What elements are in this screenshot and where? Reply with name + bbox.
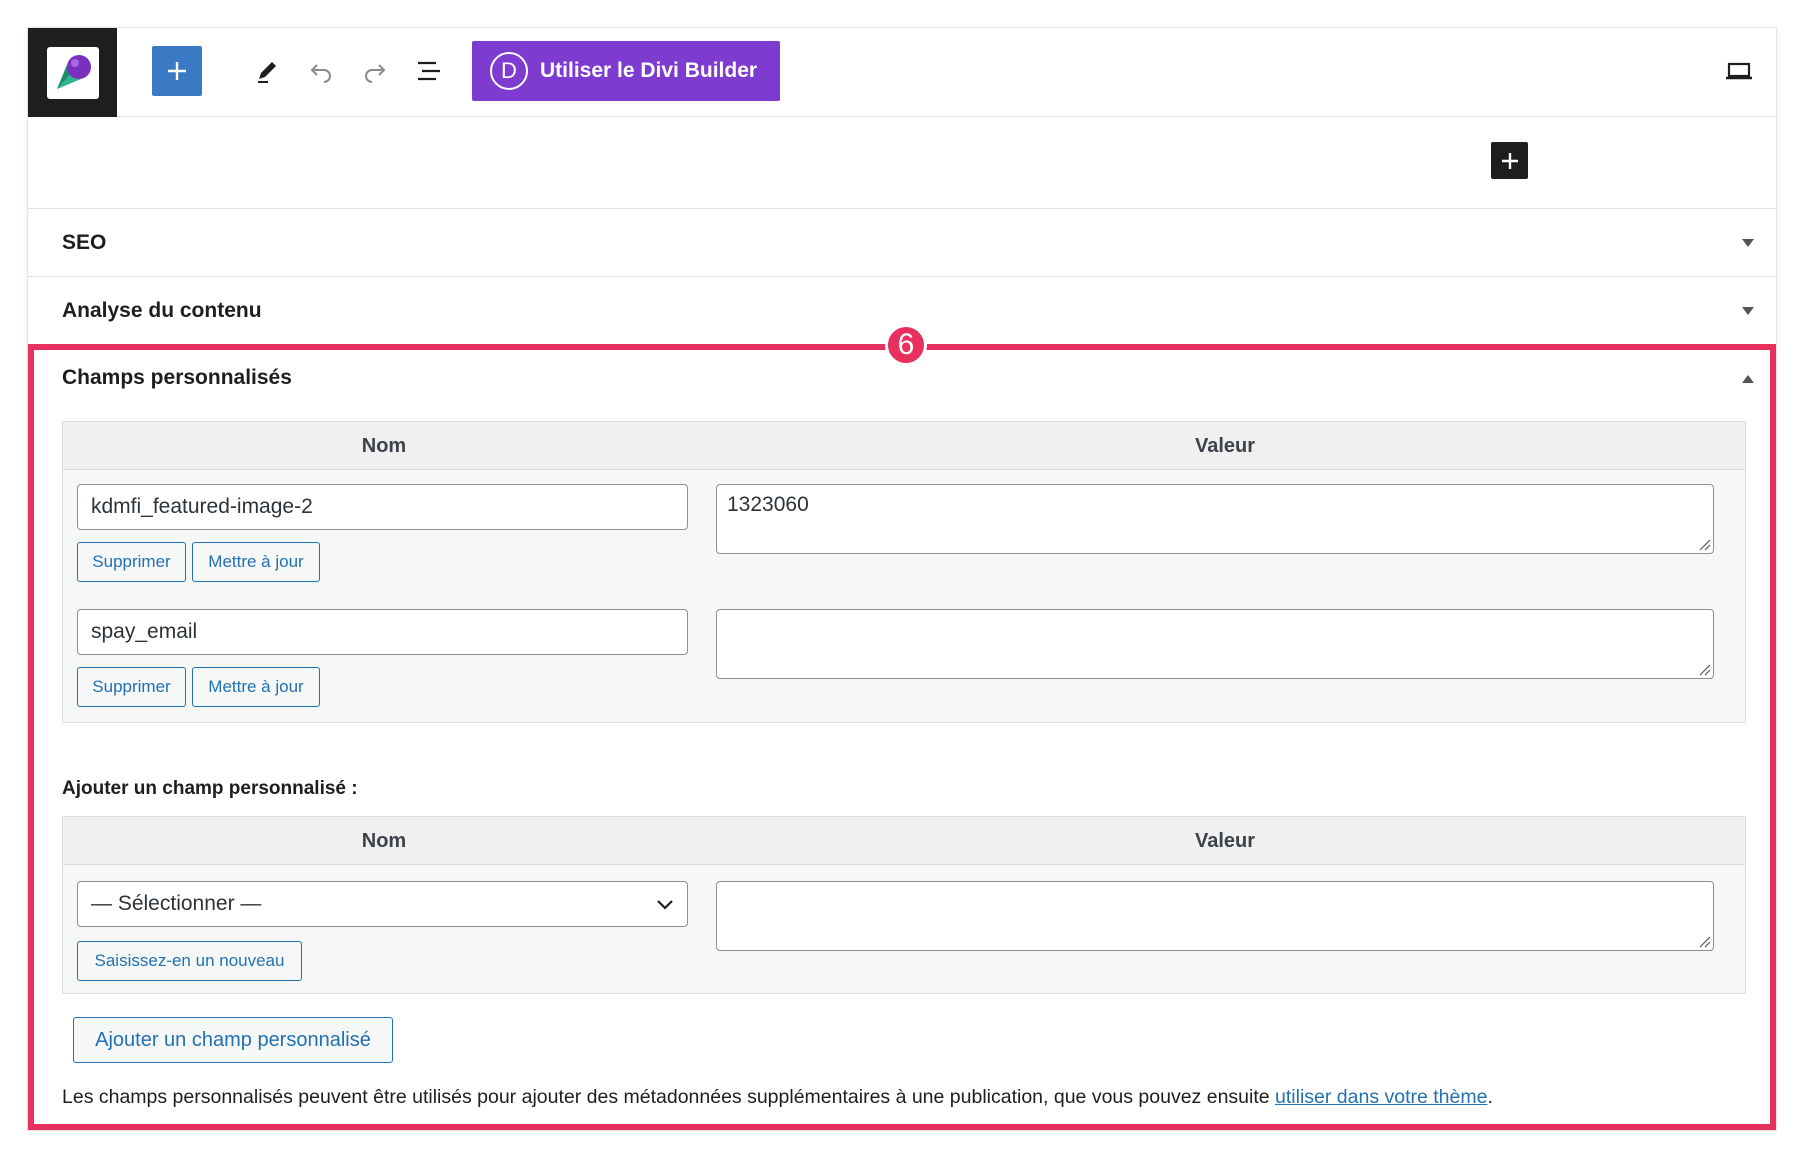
seo-panel-header[interactable]: SEO — [28, 209, 1776, 277]
add-custom-field-button[interactable]: Ajouter un champ personnalisé — [73, 1017, 393, 1063]
undo-icon — [310, 64, 331, 83]
caret-down-icon — [1742, 238, 1754, 247]
annotation-marker: 6 — [885, 324, 927, 366]
field-name-input[interactable]: spay_email — [77, 609, 688, 655]
redo-button[interactable] — [350, 46, 400, 96]
column-header-value: Valeur — [1194, 434, 1256, 457]
new-field-value-textarea[interactable] — [716, 881, 1714, 951]
logo-icon — [46, 46, 99, 99]
divi-builder-button[interactable]: D Utiliser le Divi Builder — [472, 41, 780, 101]
add-block-button[interactable] — [152, 46, 202, 96]
column-header-name: Nom — [361, 829, 407, 852]
update-button[interactable]: Mettre à jour — [192, 667, 320, 707]
seo-panel-title: SEO — [62, 230, 107, 254]
site-logo[interactable] — [28, 28, 117, 117]
help-text-body: Les champs personnalisés peuvent être ut… — [62, 1086, 1276, 1108]
custom-fields-title[interactable]: Champs personnalisés — [62, 353, 292, 403]
column-header-name: Nom — [361, 434, 407, 457]
enter-new-button[interactable]: Saisissez-en un nouveau — [77, 941, 302, 981]
redo-icon — [365, 64, 386, 83]
plus-icon — [168, 62, 186, 80]
add-field-table: Nom Valeur — Sélectionner — Saisissez-en… — [62, 816, 1746, 994]
resize-grip-icon[interactable] — [1695, 932, 1711, 948]
field-value-text: 1323060 — [727, 493, 809, 516]
field-value-textarea[interactable] — [716, 609, 1714, 679]
help-text: Les champs personnalisés peuvent être ut… — [62, 1086, 1742, 1109]
delete-button[interactable]: Supprimer — [77, 542, 186, 582]
analysis-panel-title: Analyse du contenu — [62, 298, 262, 322]
undo-button[interactable] — [296, 46, 346, 96]
caret-down-icon — [1742, 306, 1754, 315]
table-header: Nom Valeur — [63, 817, 1745, 865]
inline-add-block-button[interactable] — [1491, 142, 1528, 179]
divi-builder-label: Utiliser le Divi Builder — [540, 59, 758, 82]
help-text-end: . — [1487, 1086, 1493, 1108]
resize-grip-icon[interactable] — [1695, 535, 1711, 551]
column-header-value: Valeur — [1194, 829, 1256, 852]
list-view-icon — [418, 61, 440, 81]
delete-button[interactable]: Supprimer — [77, 667, 186, 707]
editor-window: D Utiliser le Divi Builder SEO Analyse d… — [28, 28, 1776, 1130]
pencil-icon — [258, 62, 276, 83]
field-name-select[interactable]: — Sélectionner — — [77, 881, 688, 927]
divi-icon: D — [490, 52, 528, 90]
select-value: — Sélectionner — — [91, 892, 262, 915]
preview-device-button[interactable] — [1714, 46, 1764, 96]
laptop-icon — [1726, 62, 1752, 80]
field-value-textarea[interactable]: 1323060 — [716, 484, 1714, 554]
top-toolbar: D Utiliser le Divi Builder — [28, 28, 1776, 117]
edit-tools-button[interactable] — [242, 46, 292, 96]
field-name-input[interactable]: kdmfi_featured-image-2 — [77, 484, 688, 530]
chevron-down-icon — [657, 900, 673, 910]
caret-up-icon[interactable] — [1742, 375, 1754, 383]
theme-usage-link[interactable]: utiliser dans votre thème — [1275, 1086, 1487, 1108]
plus-icon — [1501, 152, 1518, 169]
editor-canvas — [28, 117, 1776, 209]
update-button[interactable]: Mettre à jour — [192, 542, 320, 582]
custom-fields-table: Nom Valeur kdmfi_featured-image-2 132306… — [62, 421, 1746, 723]
custom-fields-panel: Champs personnalisés Nom Valeur kdmfi_fe… — [28, 345, 1776, 1130]
document-overview-button[interactable] — [404, 46, 454, 96]
add-field-label: Ajouter un champ personnalisé : — [62, 778, 358, 799]
table-header: Nom Valeur — [63, 422, 1745, 470]
resize-grip-icon[interactable] — [1695, 660, 1711, 676]
